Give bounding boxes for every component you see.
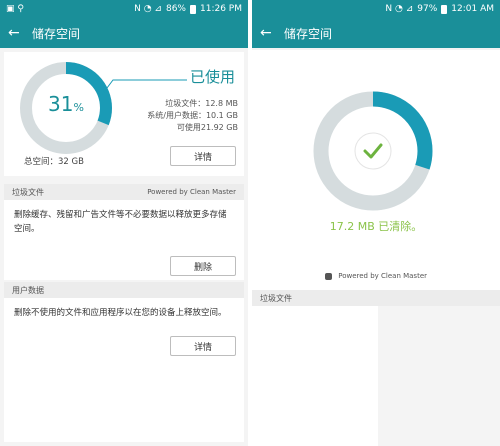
check-badge: [354, 132, 392, 170]
clock: 11:26 PM: [200, 4, 242, 14]
result-card: 17.2 MB 已清除。 Powered by Clean Master: [252, 50, 500, 290]
notification-icons: ▣ ⚲: [6, 4, 24, 14]
page-title: 储存空间: [32, 26, 81, 41]
user-data-header-title: 用户数据: [12, 285, 44, 295]
cleared-suffix: 已清除。: [378, 220, 423, 233]
back-arrow-icon[interactable]: ←: [260, 25, 272, 41]
available-line: 可使用21.92 GB: [176, 123, 238, 132]
user-data-section: 用户数据 删除不使用的文件和应用程序以在您的设备上释放空间。 详情: [4, 282, 244, 442]
app-bar: ← 储存空间: [0, 18, 248, 48]
junk-header-title: 垃圾文件: [260, 293, 292, 303]
status-bar: ▣ ⚲ N ◔ ⊿ 86% 11:26 PM: [0, 0, 248, 18]
junk-card: 删除缓存、残留和广告文件等不必要数据以释放更多存储空间。 删除: [4, 200, 244, 280]
clean-master-icon: [324, 272, 332, 280]
battery-icon: [441, 4, 448, 14]
junk-card-partial: [252, 306, 378, 446]
usage-card: 31% 已使用 垃圾文件：12.8 MB 系统/用户数据：10.1 GB 可使用…: [4, 52, 244, 176]
signal-icons: N ◔ ⊿: [385, 4, 414, 14]
system-data-line: 系统/用户数据：10.1 GB: [147, 111, 238, 120]
clock: 12:01 AM: [451, 4, 494, 14]
user-data-card: 删除不使用的文件和应用程序以在您的设备上释放空间。 详情: [4, 298, 244, 442]
app-bar: ← 储存空间: [252, 18, 500, 48]
total-space-label: 总空间：32 GB: [24, 157, 84, 167]
usage-details-button[interactable]: 详情: [170, 146, 236, 166]
delete-button[interactable]: 删除: [170, 256, 236, 276]
battery-level: 86%: [165, 4, 186, 14]
junk-header: 垃圾文件 Powered by Clean Master: [4, 184, 244, 200]
junk-section: 垃圾文件 Powered by Clean Master 删除缓存、残留和广告文…: [4, 184, 244, 280]
usage-percent-sign: %: [73, 101, 84, 114]
user-data-description: 删除不使用的文件和应用程序以在您的设备上释放空间。: [14, 308, 227, 318]
powered-row: Powered by Clean Master: [252, 272, 500, 280]
left-screen: ▣ ⚲ N ◔ ⊿ 86% 11:26 PM ← 储存空间 31% 已使用 垃圾…: [0, 0, 248, 446]
user-data-details-button[interactable]: 详情: [170, 336, 236, 356]
junk-header: 垃圾文件: [252, 290, 500, 306]
right-screen: N ◔ ⊿ 97% 12:01 AM ← 储存空间 17.2 MB 已清除。 P…: [252, 0, 500, 446]
battery-level: 97%: [417, 4, 438, 14]
junk-size-line: 垃圾文件：12.8 MB: [165, 99, 238, 108]
battery-icon: [190, 4, 196, 14]
junk-header-title: 垃圾文件: [12, 187, 44, 197]
user-data-header: 用户数据: [4, 282, 244, 298]
back-arrow-icon[interactable]: ←: [8, 25, 20, 41]
powered-by-label: Powered by Clean Master: [147, 188, 236, 196]
used-label: 已使用: [190, 68, 236, 86]
cleared-amount: 17.2 MB: [329, 220, 375, 233]
junk-description: 删除缓存、残留和广告文件等不必要数据以释放更多存储空间。: [14, 210, 227, 234]
cleared-text: 17.2 MB 已清除。: [252, 218, 500, 234]
powered-by-label: Powered by Clean Master: [338, 272, 428, 280]
usage-breakdown: 垃圾文件：12.8 MB 系统/用户数据：10.1 GB 可使用21.92 GB: [147, 98, 238, 134]
page-title: 储存空间: [284, 26, 333, 41]
cleaned-ring: [313, 91, 433, 211]
status-bar: N ◔ ⊿ 97% 12:01 AM: [252, 0, 500, 18]
usage-percent-number: 31: [48, 92, 74, 116]
signal-icons: N ◔ ⊿: [134, 4, 162, 14]
